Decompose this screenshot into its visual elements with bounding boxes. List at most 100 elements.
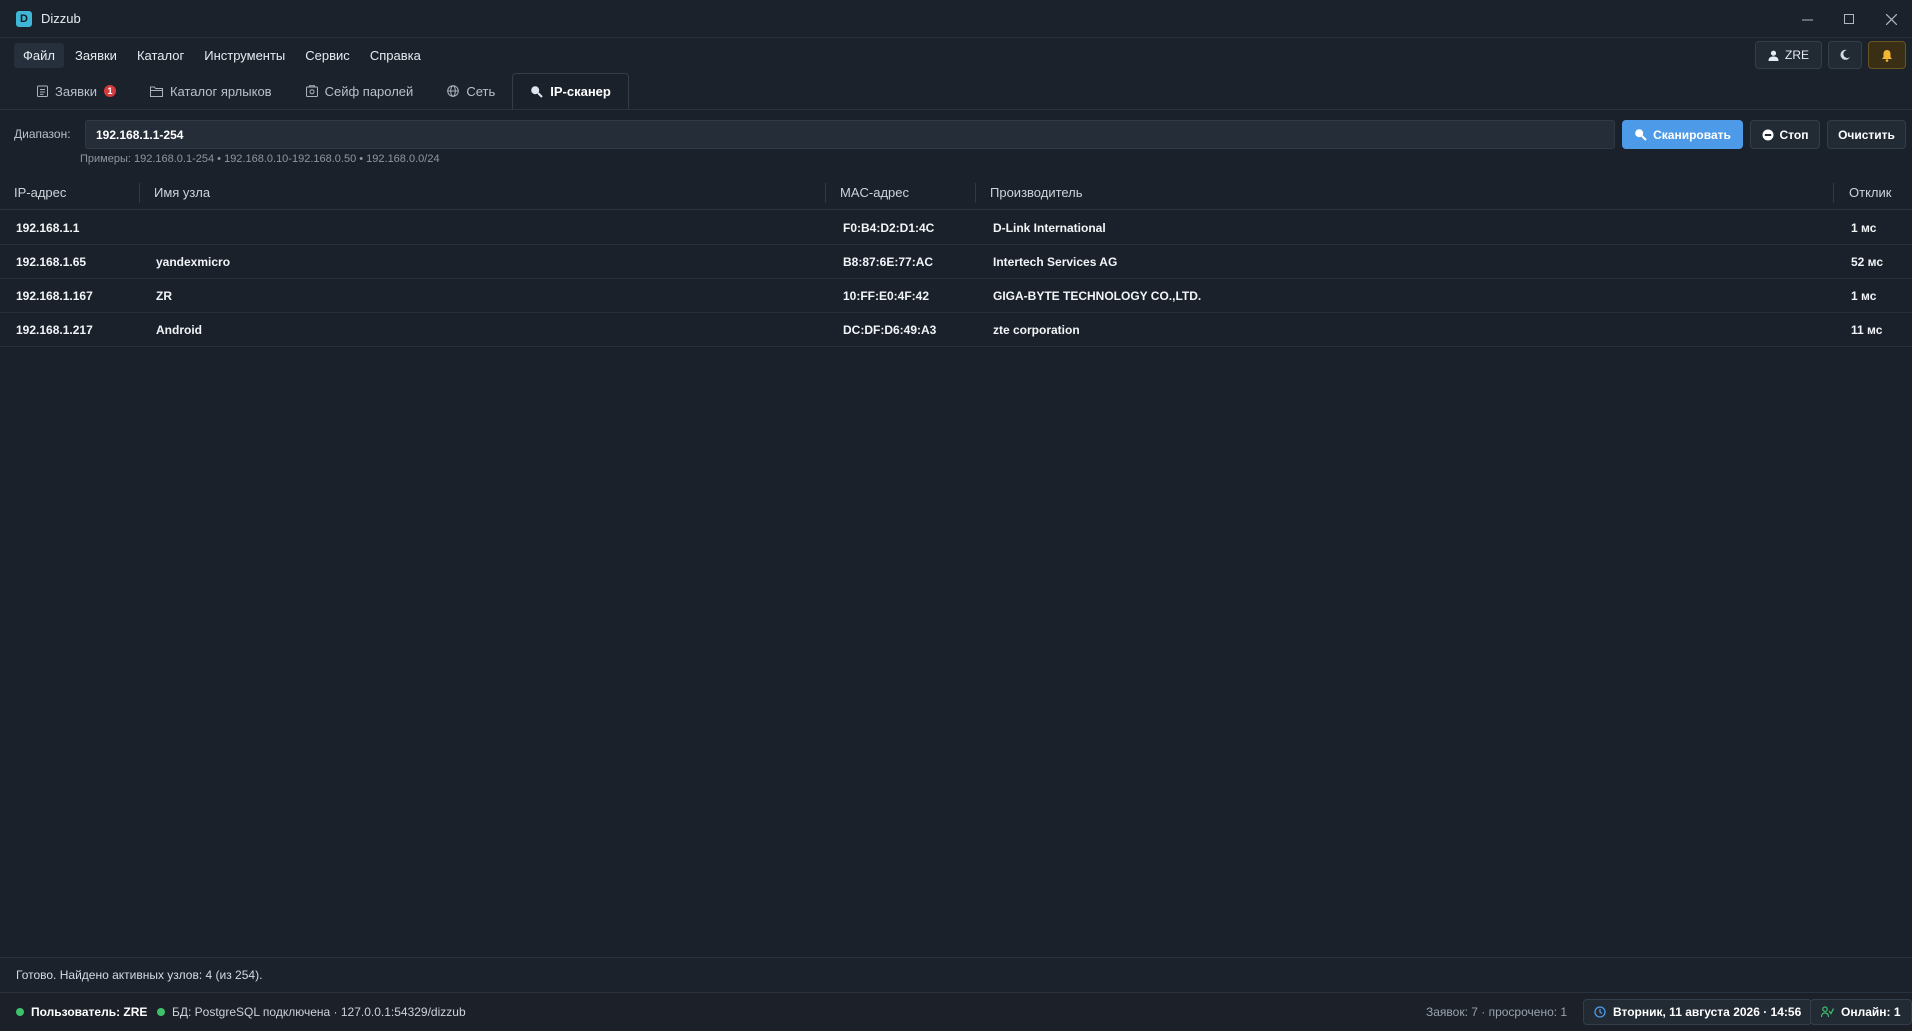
cell-ping: 11 мс — [1851, 323, 1883, 337]
range-examples-hint: Примеры: 192.168.0.1-254 • 192.168.0.10-… — [80, 153, 440, 165]
cell-mac: 10:FF:E0:4F:42 — [843, 289, 930, 303]
footer-datetime-label: Вторник, 11 августа 2026 · 14:56 — [1613, 1005, 1802, 1019]
cell-hostname: Android — [156, 323, 202, 337]
column-header-hostname[interactable]: Имя узла — [154, 185, 210, 200]
user-button[interactable]: ZRE — [1755, 41, 1822, 69]
column-header-vendor[interactable]: Производитель — [990, 185, 1083, 200]
tab-ip-scanner-label: IP-сканер — [550, 84, 611, 99]
bell-icon — [1881, 49, 1893, 62]
footer-db-label: БД: PostgreSQL подключена · 127.0.0.1:54… — [172, 1005, 466, 1019]
cell-hostname: yandexmicro — [156, 255, 231, 269]
menu-catalog[interactable]: Каталог — [128, 43, 193, 68]
tab-password-safe[interactable]: Сейф паролей — [289, 73, 431, 109]
user-label: ZRE — [1785, 48, 1809, 62]
tab-tickets[interactable]: Заявки 1 — [20, 73, 133, 109]
footer-db-status: БД: PostgreSQL подключена · 127.0.0.1:54… — [157, 1005, 466, 1019]
clear-button-label: Очистить — [1838, 127, 1895, 142]
menu-service[interactable]: Сервис — [296, 43, 359, 68]
table-row[interactable]: 192.168.1.65 yandexmicro B8:87:6E:77:AC … — [0, 245, 1912, 279]
header-controls: ZRE — [1755, 41, 1906, 69]
table-row[interactable]: 192.168.1.217 Android DC:DF:D6:49:A3 zte… — [0, 313, 1912, 347]
title-bar: D Dizzub — [0, 0, 1912, 38]
users-online-icon — [1821, 1006, 1834, 1018]
results-table-header: IP-адрес Имя узла MAC-адрес Производител… — [0, 176, 1912, 210]
theme-toggle-button[interactable] — [1828, 41, 1862, 69]
range-label: Диапазон: — [14, 127, 71, 141]
globe-icon — [447, 85, 460, 97]
footer-tickets-summary: Заявок: 7 · просрочено: 1 — [1426, 1005, 1568, 1019]
stop-icon — [1762, 129, 1774, 141]
window-controls — [1786, 0, 1912, 38]
maximize-button[interactable] — [1828, 0, 1870, 38]
cell-ping: 1 мс — [1851, 221, 1877, 235]
range-bar: Диапазон: Сканировать Стоп Очистить — [0, 118, 1912, 150]
tab-shortcut-catalog-label: Каталог ярлыков — [169, 83, 272, 99]
menu-file[interactable]: Файл — [14, 42, 64, 68]
table-row[interactable]: 192.168.1.167 ZR 10:FF:E0:4F:42 GIGA-BYT… — [0, 279, 1912, 313]
scan-status-bar: Готово. Найдено активных узлов: 4 (из 25… — [0, 957, 1912, 992]
column-divider[interactable] — [825, 183, 826, 203]
column-divider[interactable] — [1833, 183, 1834, 203]
cell-mac: DC:DF:D6:49:A3 — [843, 323, 937, 337]
db-connected-indicator — [157, 1008, 165, 1016]
cell-vendor: Intertech Services AG — [993, 255, 1118, 269]
cell-ping: 52 мс — [1851, 255, 1884, 269]
safe-icon — [305, 85, 318, 97]
moon-icon — [1839, 49, 1851, 61]
column-divider[interactable] — [139, 183, 140, 203]
tab-shortcut-catalog[interactable]: Каталог ярлыков — [133, 73, 289, 109]
stop-button-label: Стоп — [1779, 127, 1809, 142]
cell-hostname: ZR — [156, 289, 172, 303]
folder-icon — [149, 86, 163, 97]
column-header-ping[interactable]: Отклик — [1849, 185, 1891, 200]
tab-bar: Заявки 1 Каталог ярлыков Сейф паролей Се… — [0, 72, 1912, 110]
footer-user-label: Пользователь: ZRE — [31, 1005, 148, 1019]
menu-tickets[interactable]: Заявки — [66, 43, 126, 68]
cell-mac: F0:B4:D2:D1:4C — [843, 221, 935, 235]
column-header-mac[interactable]: MAC-адрес — [840, 185, 909, 200]
tab-network-label: Сеть — [466, 83, 496, 99]
footer-online-label: Онлайн: 1 — [1841, 1005, 1901, 1019]
table-row[interactable]: 192.168.1.1 F0:B4:D2:D1:4C D-Link Intern… — [0, 211, 1912, 245]
range-input[interactable] — [85, 120, 1615, 149]
column-header-ip[interactable]: IP-адрес — [14, 185, 66, 200]
close-button[interactable] — [1870, 0, 1912, 38]
tab-tickets-label: Заявки — [55, 83, 97, 99]
cell-ip: 192.168.1.65 — [16, 255, 87, 269]
cell-ping: 1 мс — [1851, 289, 1877, 303]
clear-button[interactable]: Очистить — [1827, 120, 1906, 149]
user-icon — [1768, 50, 1779, 61]
app-logo-icon: D — [16, 10, 32, 27]
menu-tools[interactable]: Инструменты — [195, 43, 294, 68]
search-icon — [530, 85, 543, 98]
search-icon — [1634, 128, 1647, 141]
clipboard-icon — [37, 85, 48, 97]
footer-datetime: Вторник, 11 августа 2026 · 14:56 — [1583, 999, 1813, 1025]
results-table-body: 192.168.1.1 F0:B4:D2:D1:4C D-Link Intern… — [0, 211, 1912, 347]
footer-online-count: Онлайн: 1 — [1810, 999, 1912, 1025]
footer-user: Пользователь: ZRE — [16, 1005, 147, 1019]
tab-password-safe-label: Сейф паролей — [324, 83, 414, 99]
column-divider[interactable] — [975, 183, 976, 203]
stop-button[interactable]: Стоп — [1750, 120, 1820, 149]
cell-vendor: D-Link International — [993, 221, 1106, 235]
cell-mac: B8:87:6E:77:AC — [843, 255, 934, 269]
cell-ip: 192.168.1.167 — [16, 289, 93, 303]
menu-help[interactable]: Справка — [361, 43, 430, 68]
menu-bar: Файл Заявки Каталог Инструменты Сервис С… — [0, 38, 1912, 72]
app-title: Dizzub — [41, 11, 81, 26]
tab-network[interactable]: Сеть — [430, 73, 512, 109]
notifications-button[interactable] — [1868, 41, 1906, 69]
app-footer: Пользователь: ZRE БД: PostgreSQL подключ… — [0, 992, 1912, 1031]
user-online-indicator — [16, 1008, 24, 1016]
cell-ip: 192.168.1.217 — [16, 323, 93, 337]
cell-ip: 192.168.1.1 — [16, 221, 80, 235]
scan-status-text: Готово. Найдено активных узлов: 4 (из 25… — [16, 968, 263, 982]
cell-vendor: zte corporation — [993, 323, 1080, 337]
clock-icon — [1594, 1006, 1606, 1018]
tab-ip-scanner[interactable]: IP-сканер — [512, 73, 629, 109]
scan-button-label: Сканировать — [1653, 127, 1731, 142]
minimize-button[interactable] — [1786, 0, 1828, 38]
scan-button[interactable]: Сканировать — [1622, 120, 1743, 149]
tickets-count-badge: 1 — [103, 85, 116, 97]
